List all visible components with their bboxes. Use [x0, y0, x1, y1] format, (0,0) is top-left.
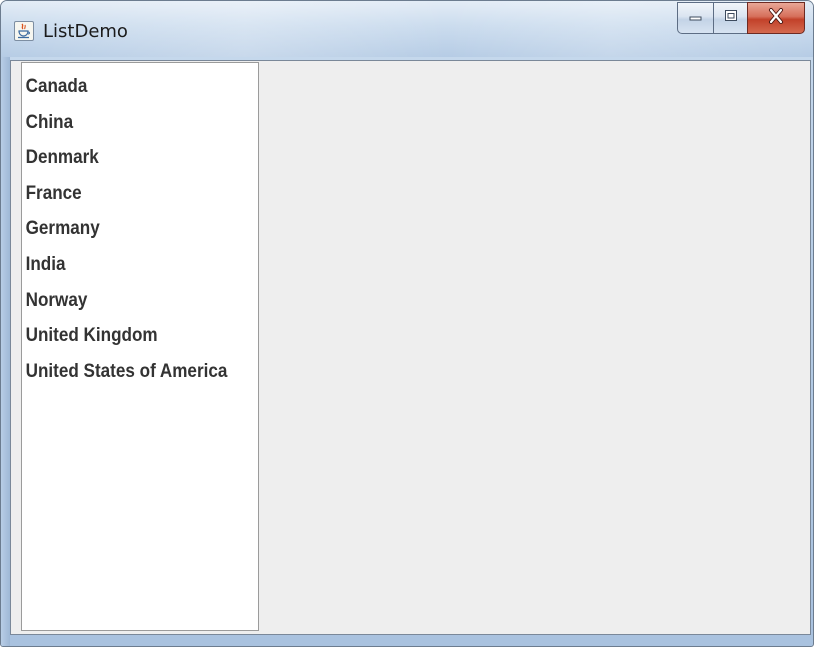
content-pane: Canada China Denmark France Germany Indi… [10, 60, 811, 635]
list-item-germany[interactable]: Germany [22, 211, 234, 247]
window-frame-left [1, 57, 10, 646]
minimize-icon [688, 9, 704, 27]
detail-panel [260, 61, 810, 634]
country-list[interactable]: Canada China Denmark France Germany Indi… [21, 62, 259, 631]
list-item-canada[interactable]: Canada [22, 69, 234, 105]
list-item-india[interactable]: India [22, 247, 234, 283]
list-item-united-states[interactable]: United States of America [22, 354, 234, 390]
java-cup-icon[interactable] [14, 21, 34, 41]
list-item-norway[interactable]: Norway [22, 283, 234, 319]
app-window: ListDemo Canada China Denmark France Ger… [0, 0, 814, 647]
minimize-button[interactable] [677, 2, 713, 34]
list-item-france[interactable]: France [22, 176, 234, 212]
maximize-icon [723, 8, 739, 29]
list-item-united-kingdom[interactable]: United Kingdom [22, 318, 234, 354]
window-title: ListDemo [43, 21, 128, 42]
title-bar[interactable]: ListDemo [1, 1, 813, 57]
close-button[interactable] [747, 2, 805, 34]
close-icon [766, 7, 786, 29]
list-item-china[interactable]: China [22, 105, 234, 141]
caption-buttons [677, 2, 805, 36]
list-item-denmark[interactable]: Denmark [22, 140, 234, 176]
maximize-button[interactable] [713, 2, 747, 34]
